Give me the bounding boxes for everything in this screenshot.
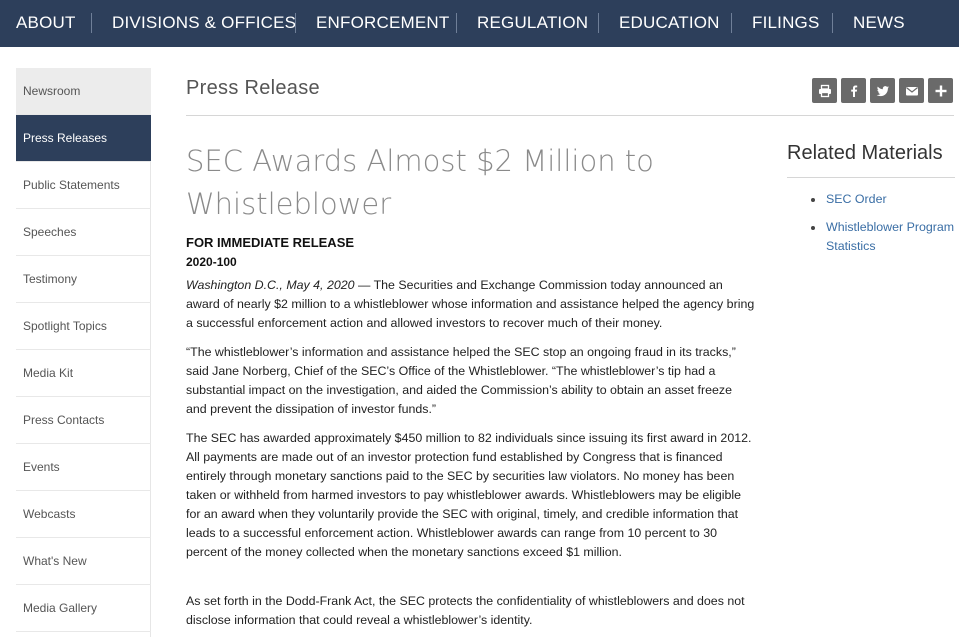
sidebar-item-spotlight-topics[interactable]: Spotlight Topics (16, 303, 151, 350)
article-paragraph: “The whistleblower’s information and ass… (186, 345, 736, 416)
nav-divider (295, 13, 296, 33)
email-icon (905, 86, 918, 95)
sidebar-item-speeches[interactable]: Speeches (16, 209, 151, 256)
nav-divider (832, 13, 833, 33)
bullet (811, 226, 815, 230)
sidebar-item-webcasts[interactable]: Webcasts (16, 491, 151, 538)
nav-regulation[interactable]: REGULATION (477, 0, 588, 47)
page-title: Press Release (186, 77, 320, 99)
print-icon (818, 84, 831, 97)
sidebar-item-press-contacts[interactable]: Press Contacts (16, 397, 151, 444)
more-share-button[interactable] (928, 78, 953, 103)
print-button[interactable] (812, 78, 837, 103)
twitter-share-button[interactable] (870, 78, 895, 103)
nav-divisions-offices[interactable]: DIVISIONS & OFFICES (112, 0, 296, 47)
bullet (811, 198, 815, 202)
article-paragraph: Washington D.C., May 4, 2020 — The Secur… (186, 276, 756, 333)
related-link-whistleblower-statistics[interactable]: Whistleblower Program Statistics (787, 218, 957, 256)
sidebar-item-media-gallery[interactable]: Media Gallery (16, 585, 151, 632)
sidebar-item-media-kit[interactable]: Media Kit (16, 350, 151, 397)
nav-enforcement[interactable]: ENFORCEMENT (316, 0, 449, 47)
nav-news[interactable]: NEWS (853, 0, 905, 47)
sidebar-item-newsroom[interactable]: Newsroom (16, 68, 151, 115)
sidebar: Newsroom Press Releases Public Statement… (16, 68, 151, 637)
related-link-label[interactable]: Whistleblower Program Statistics (826, 220, 954, 253)
sidebar-item-events[interactable]: Events (16, 444, 151, 491)
article-paragraph: As set forth in the Dodd-Frank Act, the … (186, 594, 745, 627)
email-share-button[interactable] (899, 78, 924, 103)
header-divider (186, 115, 954, 116)
related-link-label[interactable]: SEC Order (826, 192, 887, 206)
article-headline: SEC Awards Almost $2 Million to Whistleb… (186, 144, 654, 221)
article-paragraph: The SEC has awarded approximately $450 m… (186, 431, 752, 559)
related-materials-heading: Related Materials (787, 142, 943, 164)
facebook-share-button[interactable] (841, 78, 866, 103)
nav-filings[interactable]: FILINGS (752, 0, 820, 47)
plus-icon (935, 85, 946, 96)
nav-about[interactable]: ABOUT (16, 0, 76, 47)
facebook-icon (850, 85, 857, 97)
nav-divider (598, 13, 599, 33)
nav-education[interactable]: EDUCATION (619, 0, 720, 47)
nav-divider (731, 13, 732, 33)
top-navigation: ABOUT DIVISIONS & OFFICES ENFORCEMENT RE… (0, 0, 959, 47)
related-materials-list: SEC Order Whistleblower Program Statisti… (787, 190, 957, 265)
sidebar-item-public-statements[interactable]: Public Statements (16, 162, 151, 209)
release-label: FOR IMMEDIATE RELEASE (186, 235, 355, 250)
twitter-icon (876, 85, 889, 96)
related-link-sec-order[interactable]: SEC Order (787, 190, 957, 209)
sidebar-item-press-releases[interactable]: Press Releases (16, 115, 151, 162)
nav-divider (91, 13, 92, 33)
sidebar-item-testimony[interactable]: Testimony (16, 256, 151, 303)
nav-divider (456, 13, 457, 33)
related-divider (787, 177, 955, 178)
release-number: 2020-100 (186, 255, 237, 269)
dateline: Washington D.C., May 4, 2020 (186, 278, 355, 292)
sidebar-item-whats-new[interactable]: What's New (16, 538, 151, 585)
